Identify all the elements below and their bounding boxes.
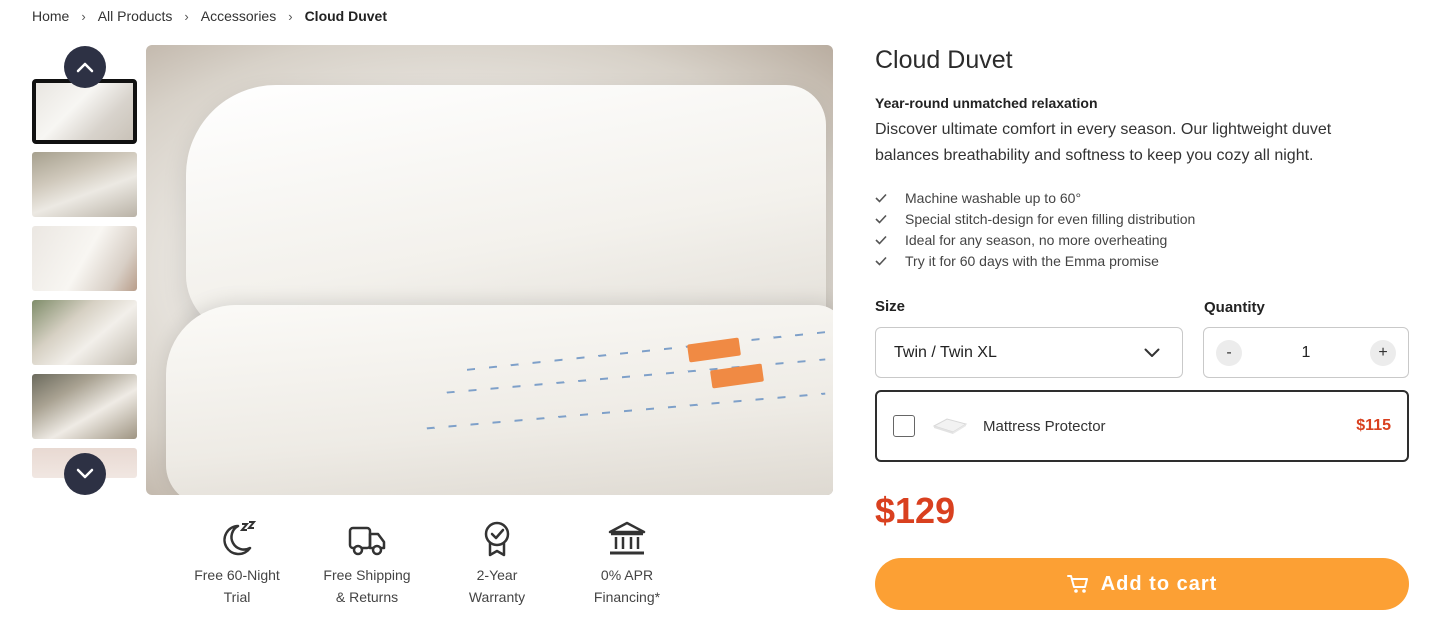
moon-sleep-icon [223,521,257,556]
breadcrumb-all-products[interactable]: All Products [98,8,173,24]
size-select[interactable]: Twin / Twin XL [875,327,1183,378]
feature-shipping: Free Shipping & Returns [307,520,427,608]
quantity-label: Quantity [1204,299,1265,316]
product-price: $129 [875,490,956,531]
product-description: Discover ultimate comfort in every seaso… [875,117,1395,169]
quantity-increase-button[interactable]: + [1370,339,1396,366]
product-title: Cloud Duvet [875,46,1013,74]
quantity-value[interactable]: 1 [1302,344,1311,362]
bullet-text: Ideal for any season, no more overheatin… [905,231,1168,248]
product-subtitle: Year-round unmatched relaxation [875,95,1098,111]
bullet-text: Special stitch-design for even filling d… [905,210,1196,227]
breadcrumb-home[interactable]: Home [32,8,69,24]
bank-icon [608,521,646,555]
add-to-cart-label: Add to cart [1100,572,1218,595]
addon-name: Mattress Protector [983,417,1106,435]
chevron-right-icon: › [81,8,86,24]
feature-trial-line1: Free 60-Night [194,567,280,583]
feature-warranty: 2-Year Warranty [437,520,557,608]
check-icon [875,193,905,203]
feature-shipping-line1: Free Shipping [323,567,411,583]
check-icon [875,256,905,266]
thumbnail-strip [32,46,138,494]
truck-icon [348,526,386,556]
thumbnail-scroll-up-button[interactable] [64,46,106,88]
thumbnail-4[interactable] [32,300,137,365]
check-icon [875,214,905,224]
size-label: Size [875,298,906,315]
chevron-down-icon [76,468,94,479]
addon-mattress-protector[interactable]: Mattress Protector $115 [875,390,1409,462]
size-select-value: Twin / Twin XL [894,343,997,361]
bullet-item: Machine washable up to 60° [875,187,1195,208]
thumbnail-1[interactable] [32,79,137,144]
feature-trial: Free 60-Night Trial [177,520,297,608]
bullet-text: Machine washable up to 60° [905,189,1082,206]
product-description-line2: balances breathability and softness to k… [875,147,1314,164]
thumbnail-5[interactable] [32,374,137,439]
chevron-up-icon [76,62,94,73]
feature-financing-line1: 0% APR [600,567,654,583]
thumbnail-3[interactable] [32,226,137,291]
chevron-right-icon: › [288,8,293,24]
quantity-decrease-button[interactable]: - [1216,339,1242,366]
add-to-cart-button[interactable]: Add to cart [875,558,1409,610]
addon-checkbox[interactable] [893,415,915,437]
mattress-protector-image [932,418,968,434]
feature-warranty-line1: 2-Year [476,567,518,583]
cart-icon [1066,574,1089,594]
breadcrumb-accessories[interactable]: Accessories [201,8,276,24]
feature-financing-line2: Financing* [593,589,661,605]
bullet-text: Try it for 60 days with the Emma promise [905,252,1159,269]
breadcrumb-current: Cloud Duvet [304,8,388,24]
bullet-item: Ideal for any season, no more overheatin… [875,229,1195,250]
bullet-item: Special stitch-design for even filling d… [875,208,1195,229]
feature-bullets: Machine washable up to 60° Special stitc… [875,187,1195,271]
feature-trial-line2: Trial [223,589,251,605]
breadcrumb: Home › All Products › Accessories › Clou… [32,8,387,24]
addon-price: $115 [1356,417,1391,434]
check-icon [875,235,905,245]
chevron-right-icon: › [184,8,189,24]
feature-warranty-line2: Warranty [468,589,526,605]
chevron-down-icon [1144,348,1160,357]
product-description-line1: Discover ultimate comfort in every seaso… [875,121,1332,138]
thumbnail-2[interactable] [32,152,137,217]
feature-shipping-line2: & Returns [335,589,399,605]
thumbnail-scroll-down-button[interactable] [64,453,106,495]
award-badge-icon [484,521,510,557]
main-product-image[interactable] [146,45,833,495]
bullet-item: Try it for 60 days with the Emma promise [875,250,1195,271]
feature-financing: 0% APR Financing* [567,520,687,608]
quantity-stepper: - 1 + [1203,327,1409,378]
